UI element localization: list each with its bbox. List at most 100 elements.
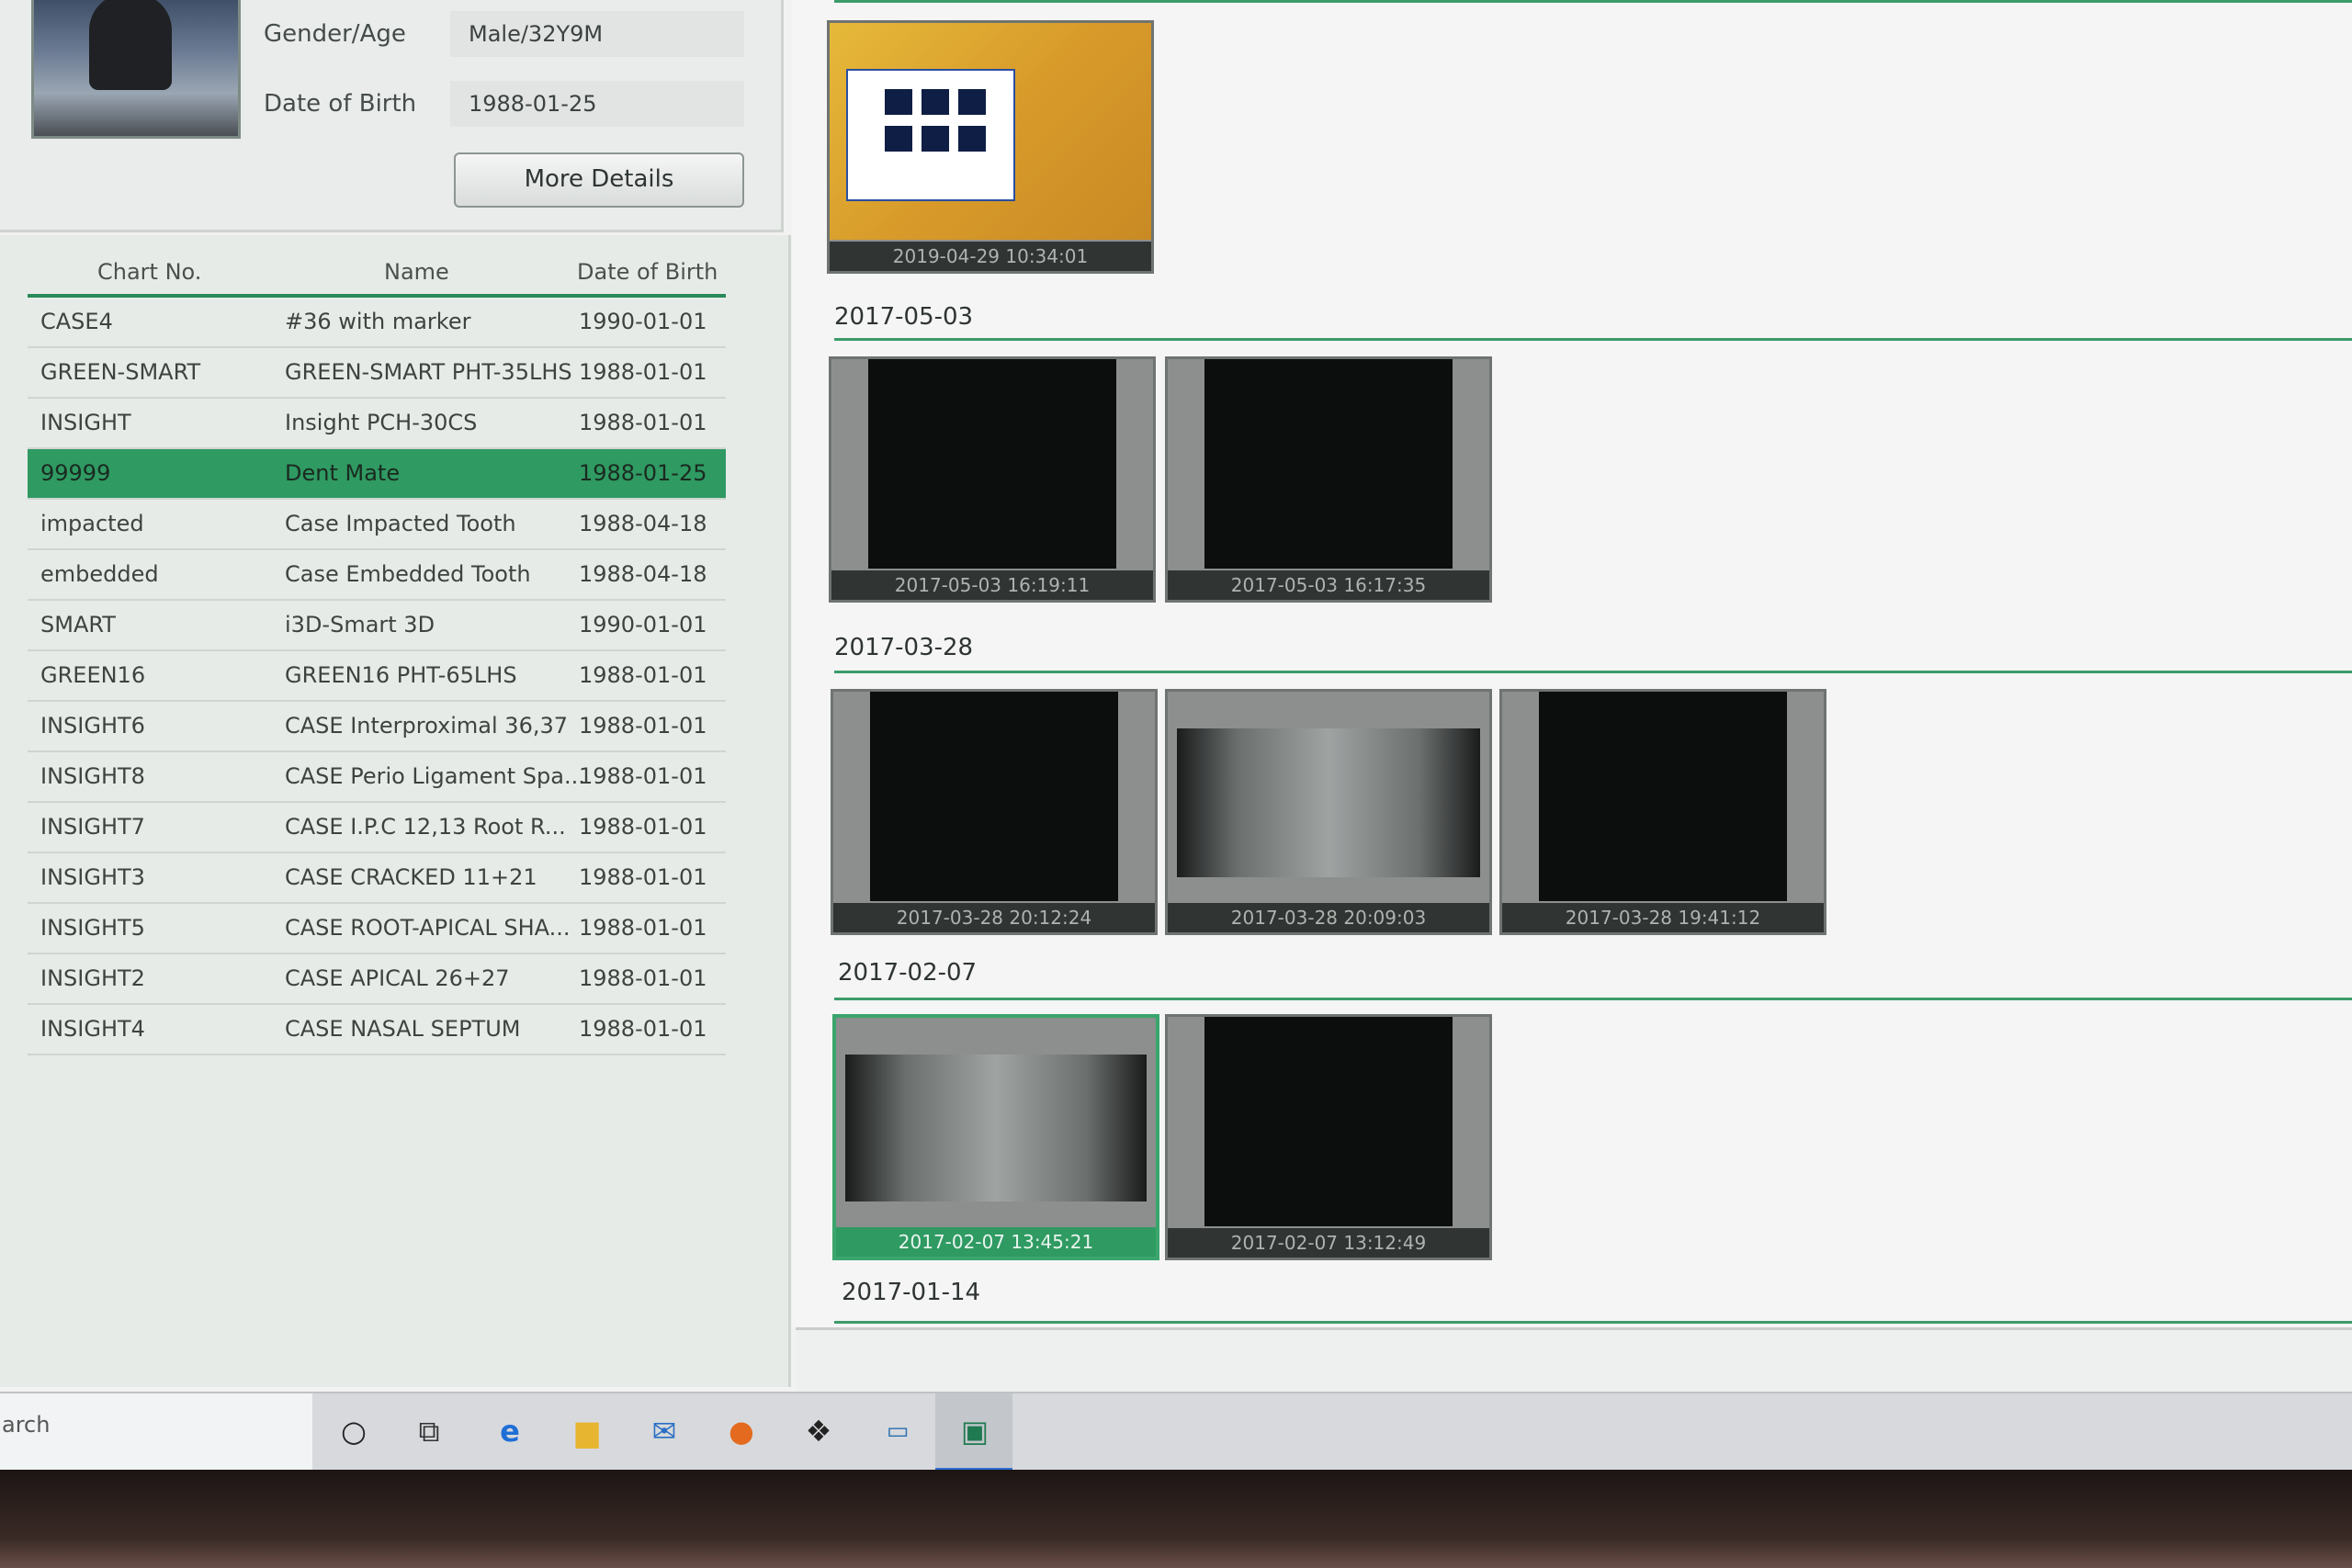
screen: Gender/Age Male/32Y9M Date of Birth 1988… — [0, 0, 2352, 1472]
cell-chart: INSIGHT7 — [40, 814, 145, 840]
screenshot-image — [830, 23, 1151, 240]
monitor-bezel — [0, 1470, 2352, 1568]
table-row-selected[interactable]: 99999 Dent Mate 1988-01-25 — [28, 449, 726, 500]
cell-name: Insight PCH-30CS — [285, 410, 478, 435]
group-date: 2017-03-28 — [834, 634, 974, 661]
table-row[interactable]: GREEN16 GREEN16 PHT-65LHS 1988-01-01 — [28, 651, 726, 702]
table-row[interactable]: embedded Case Embedded Tooth 1988-04-18 — [28, 550, 726, 601]
image-thumbnail[interactable]: 2017-02-07 13:12:49 — [1165, 1014, 1492, 1260]
image-timestamp: 2017-03-28 20:09:03 — [1168, 903, 1489, 932]
patient-info-panel: Gender/Age Male/32Y9M Date of Birth 1988… — [0, 0, 784, 232]
xray-image — [1539, 692, 1787, 901]
table-header: Chart No. Name Date of Birth — [28, 235, 726, 298]
image-timestamp: 2017-03-28 19:41:12 — [1502, 903, 1824, 932]
cell-dob: 1988-04-18 — [579, 561, 707, 587]
image-timestamp: 2017-02-07 13:45:21 — [836, 1227, 1156, 1257]
table-row[interactable]: INSIGHT4 CASE NASAL SEPTUM 1988-01-01 — [28, 1005, 726, 1055]
xray-image — [1204, 1017, 1453, 1226]
cell-chart: GREEN-SMART — [40, 359, 201, 385]
table-row[interactable]: INSIGHT5 CASE ROOT-APICAL SHA... 1988-01-0… — [28, 904, 726, 954]
cell-dob: 1988-01-01 — [579, 410, 707, 435]
patient-list-panel: Chart No. Name Date of Birth CASE4 #36 wi… — [0, 235, 791, 1387]
image-timestamp: 2019-04-29 10:34:01 — [830, 242, 1151, 271]
cell-name: CASE Perio Ligament Spa... — [285, 763, 585, 789]
cell-dob: 1988-01-01 — [579, 814, 707, 840]
col-name[interactable]: Name — [384, 259, 449, 285]
col-chart-no[interactable]: Chart No. — [97, 259, 201, 285]
cell-chart: 99999 — [40, 460, 111, 486]
image-timestamp: 2017-03-28 20:12:24 — [833, 903, 1155, 932]
screenshot-window — [846, 69, 1015, 201]
image-thumbnail[interactable]: 2017-05-03 16:19:11 — [829, 356, 1156, 603]
image-timestamp: 2017-05-03 16:17:35 — [1168, 570, 1489, 600]
group-separator — [834, 338, 2352, 341]
group-separator — [834, 671, 2352, 673]
table-row[interactable]: SMART i3D-Smart 3D 1990-01-01 — [28, 601, 726, 651]
cell-chart: INSIGHT8 — [40, 763, 145, 789]
table-row[interactable]: CASE4 #36 with marker 1990-01-01 — [28, 298, 726, 348]
table-row[interactable]: INSIGHT3 CASE CRACKED 11+21 1988-01-01 — [28, 853, 726, 904]
taskbar-search-input[interactable]: arch — [0, 1393, 312, 1472]
xray-image — [1204, 359, 1453, 569]
image-timestamp: 2017-05-03 16:19:11 — [831, 570, 1153, 600]
col-dob[interactable]: Date of Birth — [577, 259, 718, 285]
amazon-icon[interactable]: ▭ — [878, 1412, 917, 1450]
image-thumbnail-selected[interactable]: 2017-02-07 13:45:21 — [832, 1014, 1159, 1260]
cell-chart: SMART — [40, 612, 116, 637]
panoramic-xray-image — [1177, 728, 1480, 877]
gender-age-label: Gender/Age — [264, 20, 406, 48]
group-separator — [834, 0, 2352, 3]
cortana-icon[interactable]: ○ — [334, 1412, 373, 1450]
cell-dob: 1988-01-01 — [579, 662, 707, 688]
table-row[interactable]: INSIGHT6 CASE Interproximal 36,37 1988-01-… — [28, 702, 726, 752]
firefox-icon[interactable]: ● — [722, 1412, 761, 1450]
more-details-button[interactable]: More Details — [454, 152, 744, 208]
edge-icon[interactable]: e — [491, 1412, 529, 1450]
cell-chart: impacted — [40, 511, 144, 536]
cell-chart: INSIGHT5 — [40, 915, 145, 941]
table-row[interactable]: INSIGHT7 CASE I.P.C 12,13 Root R... 1988-0… — [28, 803, 726, 853]
cell-name: #36 with marker — [285, 309, 471, 334]
cell-dob: 1990-01-01 — [579, 612, 707, 637]
table-row[interactable]: GREEN-SMART GREEN-SMART PHT-35LHS 1988-01-… — [28, 348, 726, 399]
image-thumbnail[interactable]: 2017-03-28 20:09:03 — [1165, 689, 1492, 935]
image-thumbnail[interactable]: 2017-05-03 16:17:35 — [1165, 356, 1492, 603]
cell-chart: embedded — [40, 561, 159, 587]
cell-chart: INSIGHT3 — [40, 864, 145, 890]
cell-name: CASE ROOT-APICAL SHA... — [285, 915, 571, 941]
table-row[interactable]: impacted Case Impacted Tooth 1988-04-18 — [28, 500, 726, 550]
mail-icon[interactable]: ✉ — [645, 1412, 684, 1450]
cell-dob: 1988-01-01 — [579, 713, 707, 739]
table-row[interactable]: INSIGHT Insight PCH-30CS 1988-01-01 — [28, 399, 726, 449]
cell-dob: 1988-01-01 — [579, 763, 707, 789]
cell-chart: INSIGHT — [40, 410, 131, 435]
cell-dob: 1988-01-01 — [579, 359, 707, 385]
cell-dob: 1988-01-25 — [579, 460, 707, 486]
image-gallery: 2019-04-29 10:34:01 2017-05-03 2017-05-0… — [792, 0, 2352, 1327]
cell-name: GREEN-SMART PHT-35LHS — [285, 359, 572, 385]
cell-chart: INSIGHT2 — [40, 965, 145, 991]
taskbar: arch ○ ⧉ e ▆ ✉ ● ❖ ▭ ▣ — [0, 1392, 2352, 1472]
table-row[interactable]: INSIGHT8 CASE Perio Ligament Spa... 1988-0… — [28, 752, 726, 803]
cell-name: CASE APICAL 26+27 — [285, 965, 510, 991]
task-view-icon[interactable]: ⧉ — [410, 1412, 448, 1450]
xray-image — [868, 359, 1116, 569]
table-row[interactable]: INSIGHT2 CASE APICAL 26+27 1988-01-01 — [28, 954, 726, 1005]
file-explorer-icon[interactable]: ▆ — [568, 1412, 606, 1450]
image-thumbnail[interactable]: 2017-03-28 20:12:24 — [831, 689, 1158, 935]
cell-name: CASE CRACKED 11+21 — [285, 864, 537, 890]
patient-photo — [31, 0, 241, 139]
dob-label: Date of Birth — [264, 90, 417, 118]
xray-image — [870, 692, 1118, 901]
dropbox-icon[interactable]: ❖ — [799, 1412, 838, 1450]
image-thumbnail[interactable]: 2019-04-29 10:34:01 — [827, 20, 1154, 274]
group-separator — [834, 1321, 2352, 1324]
cell-chart: CASE4 — [40, 309, 113, 334]
image-thumbnail[interactable]: 2017-03-28 19:41:12 — [1499, 689, 1826, 935]
dental-app-icon[interactable]: ▣ — [956, 1412, 994, 1450]
group-date: 2017-05-03 — [834, 303, 974, 331]
cell-name: CASE Interproximal 36,37 — [285, 713, 569, 739]
cell-name: i3D-Smart 3D — [285, 612, 435, 637]
group-date: 2017-01-14 — [842, 1279, 981, 1306]
cell-dob: 1988-01-01 — [579, 1016, 707, 1042]
